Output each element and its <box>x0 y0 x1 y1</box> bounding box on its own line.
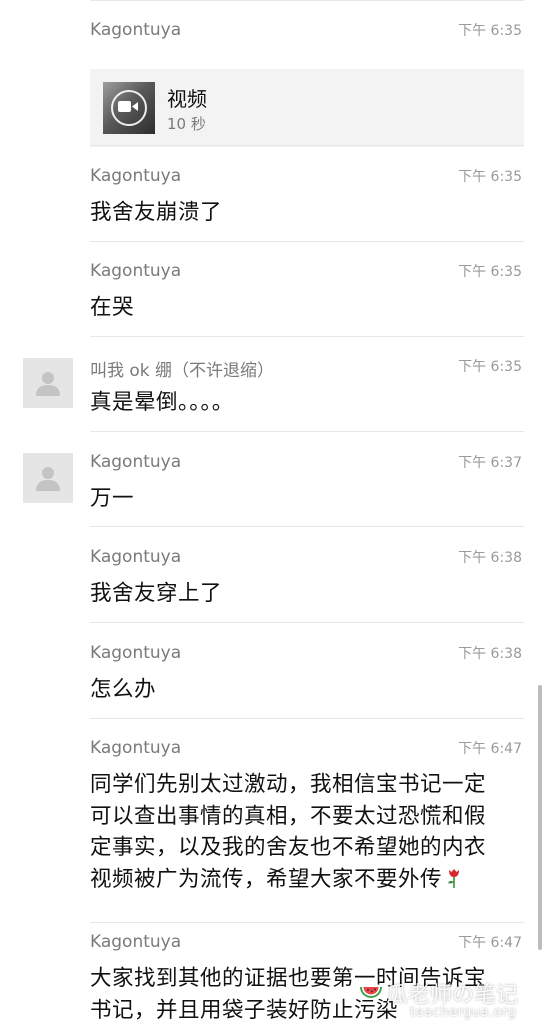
message-text: 真是晕倒。。。。 <box>90 387 506 419</box>
divider <box>90 922 524 923</box>
avatar[interactable] <box>23 453 73 503</box>
video-duration: 10 秒 <box>167 113 206 134</box>
message-time: 下午 6:38 <box>458 547 522 567</box>
video-title: 视频 <box>167 83 207 112</box>
message-time: 下午 6:35 <box>458 261 522 281</box>
message-text: 同学们先别太过激动，我相信宝书记一定 可以查出事情的真相，不要太过恐慌和假 定事… <box>90 769 506 895</box>
message-line: 可以查出事情的真相，不要太过恐慌和假 <box>90 801 506 833</box>
message-time: 下午 6:47 <box>458 932 522 952</box>
message-sender: Kagontuya <box>90 20 181 40</box>
message-text: 万一 <box>90 483 506 515</box>
message-sender: Kagontuya <box>90 452 181 472</box>
video-thumbnail[interactable] <box>103 82 155 134</box>
divider <box>90 718 524 719</box>
default-avatar-icon <box>35 465 61 491</box>
message-text: 我舍友穿上了 <box>90 578 506 610</box>
watermark: 瓜老师の笔记 teachergua.org <box>358 975 528 1023</box>
avatar[interactable] <box>23 358 73 408</box>
default-avatar-icon <box>35 370 61 396</box>
message-sender: Kagontuya <box>90 643 181 663</box>
divider <box>90 431 524 432</box>
divider <box>90 622 524 623</box>
message-sender: Kagontuya <box>90 547 181 567</box>
message-time: 下午 6:38 <box>458 643 522 663</box>
message-sender: 叫我 ok 绷（不许退缩） <box>90 356 274 381</box>
scrollbar[interactable] <box>538 685 542 950</box>
message-sender: Kagontuya <box>90 261 181 281</box>
divider <box>90 336 524 337</box>
watermelon-icon <box>358 979 384 1005</box>
message-sender: Kagontuya <box>90 166 181 186</box>
top-divider <box>90 0 524 1</box>
message-line: 视频被广为流传，希望大家不要外传 <box>90 864 506 896</box>
message-sender: Kagontuya <box>90 738 181 758</box>
watermark-url: teachergua.org <box>410 1005 516 1020</box>
message-line: 同学们先别太过激动，我相信宝书记一定 <box>90 769 506 801</box>
message-line: 定事实，以及我的舍友也不希望她的内衣 <box>90 832 506 864</box>
message-text: 我舍友崩溃了 <box>90 197 506 229</box>
message-text: 在哭 <box>90 292 506 324</box>
message-time: 下午 6:37 <box>458 452 522 472</box>
message-text: 怎么办 <box>90 674 506 706</box>
message-time: 下午 6:35 <box>458 356 522 376</box>
divider <box>90 526 524 527</box>
message-time: 下午 6:35 <box>458 166 522 186</box>
message-time: 下午 6:35 <box>458 20 522 40</box>
video-attachment[interactable]: 视频 10 秒 <box>90 69 524 147</box>
divider <box>90 241 524 242</box>
message-sender: Kagontuya <box>90 932 181 952</box>
video-camera-icon <box>118 100 138 113</box>
message-time: 下午 6:47 <box>458 738 522 758</box>
rose-icon <box>446 867 462 889</box>
divider <box>90 145 524 146</box>
